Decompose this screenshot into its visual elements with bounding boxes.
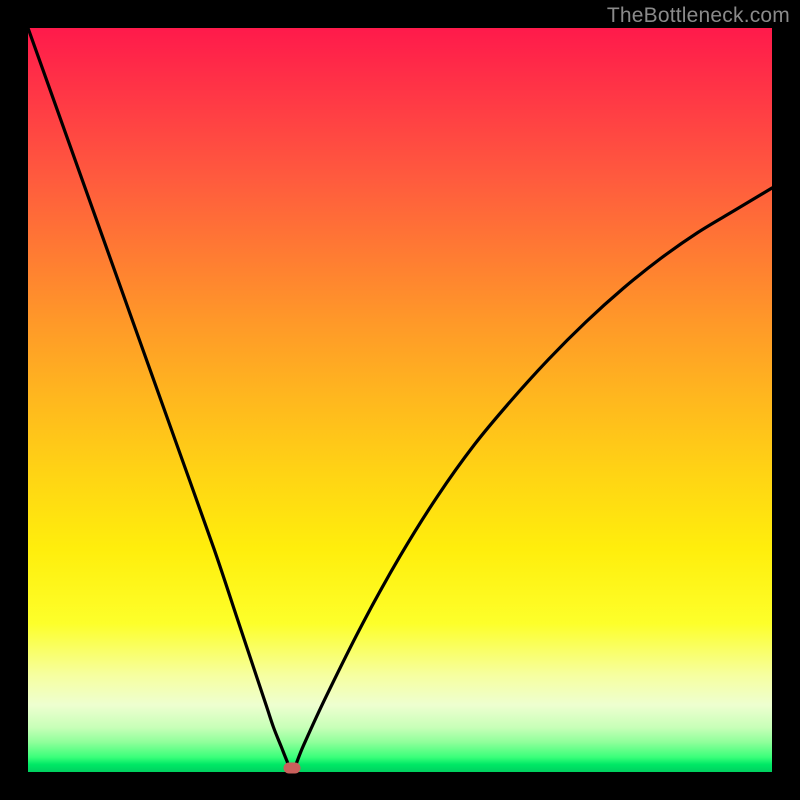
plot-area <box>28 28 772 772</box>
chart-frame: TheBottleneck.com <box>0 0 800 800</box>
minimum-marker <box>284 763 301 774</box>
watermark-text: TheBottleneck.com <box>607 4 790 28</box>
bottleneck-curve <box>28 28 772 772</box>
